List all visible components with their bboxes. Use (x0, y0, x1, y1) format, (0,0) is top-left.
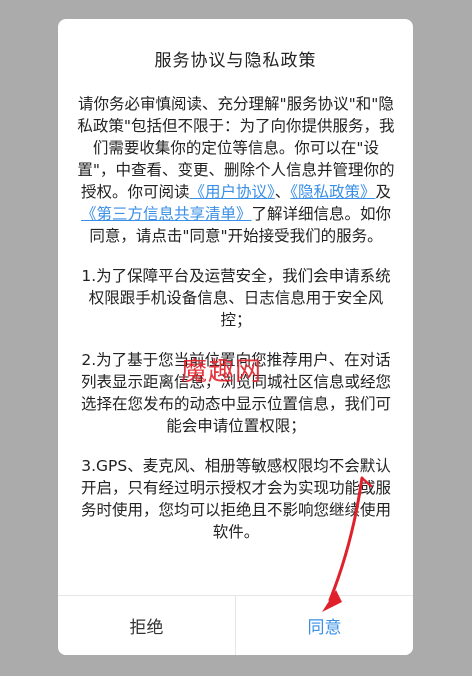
intro-sep-1: 、 (274, 183, 291, 201)
intro-sep-2: 及 (375, 183, 392, 201)
agree-button[interactable]: 同意 (236, 596, 413, 655)
privacy-policy-link[interactable]: 《隐私政策》 (290, 183, 375, 201)
third-party-list-link[interactable]: 《第三方信息共享清单》 (81, 205, 252, 223)
permission-item-1: 1.为了保障平台及运营安全，我们会申请系统权限跟手机设备信息、日志信息用于安全风… (81, 267, 391, 329)
reject-button[interactable]: 拒绝 (58, 596, 236, 655)
site-watermark: 魔趣网 (181, 357, 263, 387)
privacy-dialog: 服务协议与隐私政策 请你务必审慎阅读、充分理解"服务协议"和"隐私政策"包括但不… (58, 19, 413, 655)
intro-paragraph: 请你务必审慎阅读、充分理解"服务协议"和"隐私政策"包括但不限于：为了向你提供服… (75, 93, 397, 247)
permission-item-3: 3.GPS、麦克风、相册等敏感权限均不会默认开启，只有经过明示授权才会为实现功能… (80, 457, 391, 541)
user-agreement-link[interactable]: 《用户协议》 (189, 183, 274, 201)
dialog-title: 服务协议与隐私政策 (154, 51, 317, 71)
dialog-body: 请你务必审慎阅读、充分理解"服务协议"和"隐私政策"包括但不限于：为了向你提供服… (75, 93, 397, 561)
dialog-footer: 拒绝 同意 (58, 595, 413, 655)
